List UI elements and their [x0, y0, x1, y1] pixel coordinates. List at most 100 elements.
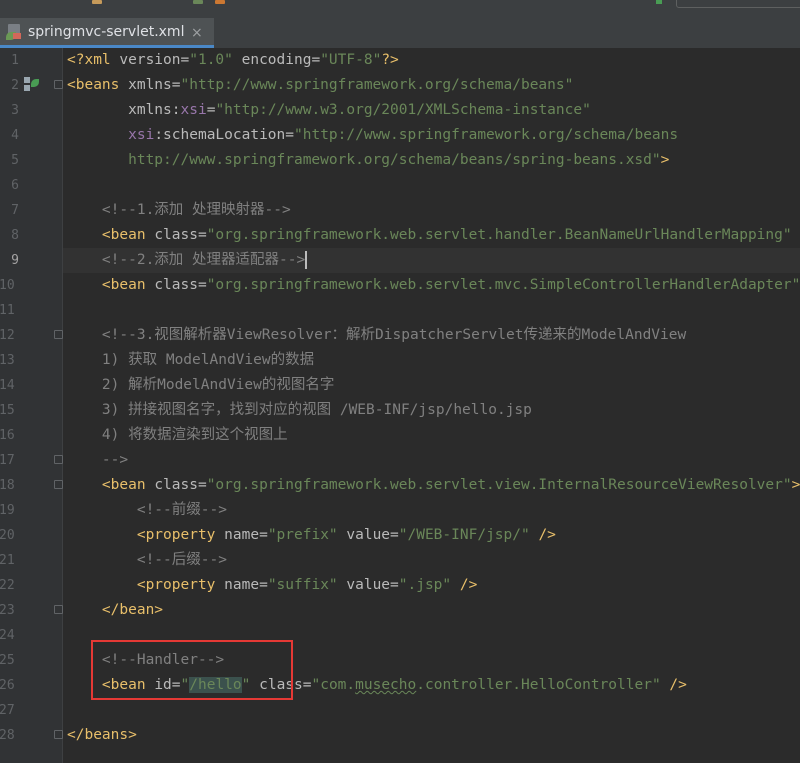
- fold-marker-icon[interactable]: [54, 330, 63, 340]
- code-token: </bean>: [101, 602, 164, 618]
- text-caret: [305, 251, 308, 269]
- code-text: </beans>: [67, 723, 137, 748]
- tab-springmvc-servlet[interactable]: springmvc-servlet.xml ×: [0, 18, 214, 48]
- fold-marker-icon[interactable]: [54, 605, 63, 615]
- code-token: "http://www.springframework.org/schema/b…: [180, 77, 574, 93]
- build-icon[interactable]: [656, 0, 662, 4]
- folder-icon[interactable]: [92, 0, 102, 4]
- code-token: 2) 解析ModelAndView的视图名字: [101, 377, 335, 393]
- code-token: value=: [337, 577, 399, 593]
- code-line[interactable]: 23 </bean>: [0, 598, 800, 623]
- code-token: version=: [119, 52, 190, 68]
- code-text: <!--3.视图解析器ViewResolver：解析DispatcherServ…: [67, 323, 686, 348]
- code-token: ".jsp": [398, 577, 452, 593]
- line-number: 23: [0, 603, 15, 618]
- code-line[interactable]: 10 <bean class="org.springframework.web.…: [0, 273, 800, 298]
- code-text: <property name="prefix" value="/WEB-INF/…: [67, 523, 556, 548]
- code-token: class=: [154, 477, 207, 493]
- code-token: />: [451, 577, 478, 593]
- line-number: 16: [0, 428, 15, 443]
- code-token: <property: [136, 527, 225, 543]
- spring-icon[interactable]: [193, 0, 203, 4]
- line-number: 9: [11, 253, 19, 268]
- code-token: <!--2.添加 处理器适配器-->: [101, 252, 306, 268]
- close-tab-icon[interactable]: ×: [191, 25, 203, 41]
- code-line[interactable]: 12 <!--3.视图解析器ViewResolver：解析DispatcherS…: [0, 323, 800, 348]
- code-line[interactable]: 9 <!--2.添加 处理器适配器-->: [0, 248, 800, 273]
- run-configuration-dropdown[interactable]: [676, 0, 800, 8]
- code-token: <!--3.视图解析器ViewResolver：解析DispatcherServ…: [101, 327, 687, 343]
- line-number: 20: [0, 528, 15, 543]
- fold-marker-icon[interactable]: [54, 80, 63, 90]
- code-text: <!--2.添加 处理器适配器-->: [67, 248, 308, 273]
- code-token: />: [660, 677, 687, 693]
- line-number: 26: [0, 678, 15, 693]
- spring-bean-gutter-icon[interactable]: [24, 77, 39, 91]
- code-line[interactable]: 21 <!--后缀-->: [0, 548, 800, 573]
- tab-label: springmvc-servlet.xml: [28, 23, 185, 40]
- code-token: name=: [224, 527, 268, 543]
- fold-marker-icon[interactable]: [54, 480, 63, 490]
- code-line[interactable]: 28 </beans>: [0, 723, 800, 748]
- fold-marker-icon[interactable]: [54, 730, 63, 740]
- editor-tab-bar: springmvc-servlet.xml ×: [0, 18, 800, 49]
- code-line[interactable]: 8 <bean class="org.springframework.web.s…: [0, 223, 800, 248]
- code-token: xsi: [180, 102, 207, 118]
- handler-highlight-box: [91, 640, 293, 700]
- line-number: 27: [0, 703, 15, 718]
- code-text: <bean class="org.springframework.web.ser…: [67, 223, 792, 248]
- code-line[interactable]: 5 http://www.springframework.org/schema/…: [0, 148, 800, 173]
- code-line[interactable]: 19 <!--前缀-->: [0, 498, 800, 523]
- code-text: 4) 将数据渲染到这个视图上: [67, 423, 288, 448]
- code-text: 3) 拼接视图名字，找到对应的视图 /WEB-INF/jsp/hello.jsp: [67, 398, 532, 423]
- code-token: "http://www.w3.org/2001/XMLSchema-instan…: [215, 102, 591, 118]
- code-token: "com.: [311, 677, 356, 693]
- code-line[interactable]: 3 xmlns:xsi="http://www.w3.org/2001/XMLS…: [0, 98, 800, 123]
- line-number: 12: [0, 328, 15, 343]
- code-line[interactable]: 6: [0, 173, 800, 198]
- code-token: "prefix": [267, 527, 338, 543]
- code-token: <!--1.添加 处理映射器-->: [101, 202, 291, 218]
- code-token: name=: [224, 577, 268, 593]
- code-line[interactable]: 20 <property name="prefix" value="/WEB-I…: [0, 523, 800, 548]
- code-line[interactable]: 11: [0, 298, 800, 323]
- code-line[interactable]: 17 -->: [0, 448, 800, 473]
- code-line[interactable]: 1 <?xml version="1.0" encoding="UTF-8"?>: [0, 48, 800, 73]
- code-token: </beans>: [67, 727, 137, 743]
- line-number: 14: [0, 378, 15, 393]
- line-number: 1: [11, 53, 19, 68]
- code-token: <property: [136, 577, 225, 593]
- code-line[interactable]: 7 <!--1.添加 处理映射器-->: [0, 198, 800, 223]
- code-line[interactable]: 27: [0, 698, 800, 723]
- code-token: -->: [101, 452, 129, 468]
- fold-marker-icon[interactable]: [54, 455, 63, 465]
- code-line[interactable]: 14 2) 解析ModelAndView的视图名字: [0, 373, 800, 398]
- code-line[interactable]: 13 1) 获取 ModelAndView的数据: [0, 348, 800, 373]
- code-token: 4) 将数据渲染到这个视图上: [101, 427, 288, 443]
- code-token: encoding=: [232, 52, 321, 68]
- code-line[interactable]: 18 <bean class="org.springframework.web.…: [0, 473, 800, 498]
- line-number: 10: [0, 278, 15, 293]
- line-number: 13: [0, 353, 15, 368]
- code-line[interactable]: 22 <property name="suffix" value=".jsp" …: [0, 573, 800, 598]
- code-token: class=: [154, 227, 207, 243]
- code-line[interactable]: 16 4) 将数据渲染到这个视图上: [0, 423, 800, 448]
- code-token: />: [529, 527, 556, 543]
- code-line[interactable]: 15 3) 拼接视图名字，找到对应的视图 /WEB-INF/jsp/hello.…: [0, 398, 800, 423]
- code-token: xsi: [128, 127, 155, 143]
- code-token: 1) 获取 ModelAndView的数据: [101, 352, 315, 368]
- xml-icon[interactable]: [215, 0, 225, 4]
- code-token: .controller.HelloController": [416, 677, 661, 693]
- code-text: <property name="suffix" value=".jsp" />: [67, 573, 478, 598]
- code-line[interactable]: 4 xsi:schemaLocation="http://www.springf…: [0, 123, 800, 148]
- code-line[interactable]: 2 <beans xmlns="http://www.springframewor…: [0, 73, 800, 98]
